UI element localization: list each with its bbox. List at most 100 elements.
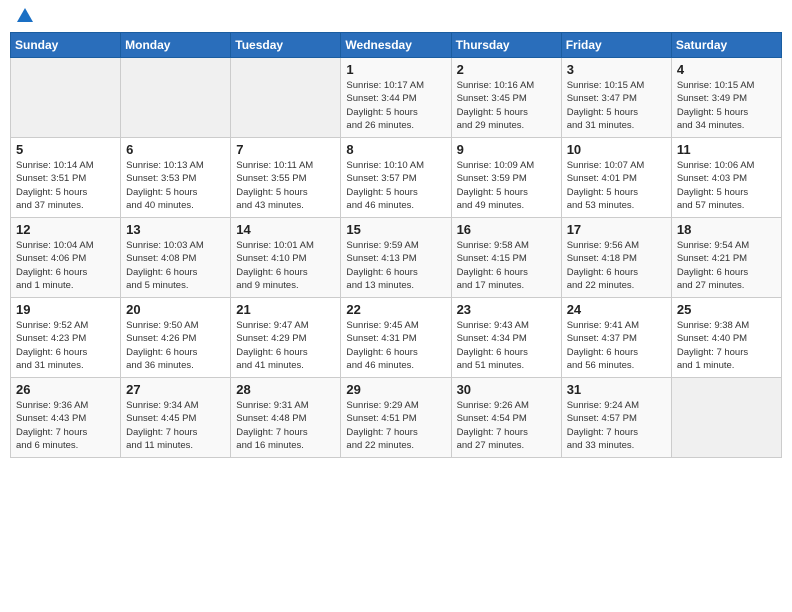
- calendar-cell: [121, 58, 231, 138]
- day-number: 13: [126, 222, 225, 237]
- calendar-week-row: 19 Sunrise: 9:52 AM Sunset: 4:23 PM Dayli…: [11, 298, 782, 378]
- day-info: Sunrise: 9:38 AM Sunset: 4:40 PM Dayligh…: [677, 319, 776, 372]
- calendar-table: SundayMondayTuesdayWednesdayThursdayFrid…: [10, 32, 782, 458]
- calendar-cell: 15 Sunrise: 9:59 AM Sunset: 4:13 PM Dayli…: [341, 218, 451, 298]
- day-info: Sunrise: 10:11 AM Sunset: 3:55 PM Daylig…: [236, 159, 335, 212]
- day-number: 22: [346, 302, 445, 317]
- calendar-cell: [231, 58, 341, 138]
- logo: [14, 10, 33, 24]
- calendar-cell: 2 Sunrise: 10:16 AM Sunset: 3:45 PM Dayli…: [451, 58, 561, 138]
- calendar-cell: 3Sunrise: 10:15 AM Sunset: 3:47 PM Dayli…: [561, 58, 671, 138]
- day-number: 11: [677, 142, 776, 157]
- day-number: 2: [457, 62, 556, 77]
- day-number: 15: [346, 222, 445, 237]
- calendar-header-row: SundayMondayTuesdayWednesdayThursdayFrid…: [11, 33, 782, 58]
- day-number: 29: [346, 382, 445, 397]
- day-number: 10: [567, 142, 666, 157]
- calendar-cell: 1 Sunrise: 10:17 AM Sunset: 3:44 PM Dayli…: [341, 58, 451, 138]
- calendar-cell: 31 Sunrise: 9:24 AM Sunset: 4:57 PM Dayli…: [561, 378, 671, 458]
- day-number: 5: [16, 142, 115, 157]
- calendar-cell: 12 Sunrise: 10:04 AM Sunset: 4:06 PM Dayl…: [11, 218, 121, 298]
- day-info: Sunrise: 10:04 AM Sunset: 4:06 PM Daylig…: [16, 239, 115, 292]
- day-number: 16: [457, 222, 556, 237]
- day-number: 1: [346, 62, 445, 77]
- calendar-cell: 19 Sunrise: 9:52 AM Sunset: 4:23 PM Dayli…: [11, 298, 121, 378]
- calendar-cell: 27 Sunrise: 9:34 AM Sunset: 4:45 PM Dayli…: [121, 378, 231, 458]
- day-info: Sunrise: 10:16 AM Sunset: 3:45 PM Daylig…: [457, 79, 556, 132]
- calendar-week-row: 12 Sunrise: 10:04 AM Sunset: 4:06 PM Dayl…: [11, 218, 782, 298]
- day-info: Sunrise: 10:09 AM Sunset: 3:59 PM Daylig…: [457, 159, 556, 212]
- day-info: Sunrise: 10:17 AM Sunset: 3:44 PM Daylig…: [346, 79, 445, 132]
- calendar-cell: 20 Sunrise: 9:50 AM Sunset: 4:26 PM Dayli…: [121, 298, 231, 378]
- calendar-cell: 8 Sunrise: 10:10 AM Sunset: 3:57 PM Dayli…: [341, 138, 451, 218]
- day-info: Sunrise: 9:56 AM Sunset: 4:18 PM Dayligh…: [567, 239, 666, 292]
- day-info: Sunrise: 10:07 AM Sunset: 4:01 PM Daylig…: [567, 159, 666, 212]
- day-info: Sunrise: 9:43 AM Sunset: 4:34 PM Dayligh…: [457, 319, 556, 372]
- calendar-cell: 29 Sunrise: 9:29 AM Sunset: 4:51 PM Dayli…: [341, 378, 451, 458]
- calendar-cell: 16 Sunrise: 9:58 AM Sunset: 4:15 PM Dayli…: [451, 218, 561, 298]
- calendar-header-monday: Monday: [121, 33, 231, 58]
- day-info: Sunrise: 9:59 AM Sunset: 4:13 PM Dayligh…: [346, 239, 445, 292]
- calendar-cell: 30Sunrise: 9:26 AM Sunset: 4:54 PM Dayli…: [451, 378, 561, 458]
- calendar-cell: [11, 58, 121, 138]
- calendar-header-sunday: Sunday: [11, 33, 121, 58]
- day-number: 7: [236, 142, 335, 157]
- calendar-header-wednesday: Wednesday: [341, 33, 451, 58]
- day-number: 30: [457, 382, 556, 397]
- day-number: 18: [677, 222, 776, 237]
- calendar-cell: 7 Sunrise: 10:11 AM Sunset: 3:55 PM Dayli…: [231, 138, 341, 218]
- calendar-cell: 24 Sunrise: 9:41 AM Sunset: 4:37 PM Dayli…: [561, 298, 671, 378]
- calendar-header-friday: Friday: [561, 33, 671, 58]
- calendar-cell: 17 Sunrise: 9:56 AM Sunset: 4:18 PM Dayli…: [561, 218, 671, 298]
- day-info: Sunrise: 9:54 AM Sunset: 4:21 PM Dayligh…: [677, 239, 776, 292]
- day-info: Sunrise: 9:31 AM Sunset: 4:48 PM Dayligh…: [236, 399, 335, 452]
- calendar-week-row: 5Sunrise: 10:14 AM Sunset: 3:51 PM Dayli…: [11, 138, 782, 218]
- calendar-week-row: 1 Sunrise: 10:17 AM Sunset: 3:44 PM Dayli…: [11, 58, 782, 138]
- day-info: Sunrise: 9:41 AM Sunset: 4:37 PM Dayligh…: [567, 319, 666, 372]
- day-info: Sunrise: 9:58 AM Sunset: 4:15 PM Dayligh…: [457, 239, 556, 292]
- day-number: 27: [126, 382, 225, 397]
- day-info: Sunrise: 9:45 AM Sunset: 4:31 PM Dayligh…: [346, 319, 445, 372]
- day-info: Sunrise: 9:24 AM Sunset: 4:57 PM Dayligh…: [567, 399, 666, 452]
- day-number: 17: [567, 222, 666, 237]
- calendar-cell: 28 Sunrise: 9:31 AM Sunset: 4:48 PM Dayli…: [231, 378, 341, 458]
- day-number: 4: [677, 62, 776, 77]
- day-info: Sunrise: 10:10 AM Sunset: 3:57 PM Daylig…: [346, 159, 445, 212]
- day-number: 8: [346, 142, 445, 157]
- calendar-header-thursday: Thursday: [451, 33, 561, 58]
- day-number: 9: [457, 142, 556, 157]
- calendar-cell: 10 Sunrise: 10:07 AM Sunset: 4:01 PM Dayl…: [561, 138, 671, 218]
- calendar-cell: 11 Sunrise: 10:06 AM Sunset: 4:03 PM Dayl…: [671, 138, 781, 218]
- day-info: Sunrise: 10:06 AM Sunset: 4:03 PM Daylig…: [677, 159, 776, 212]
- calendar-cell: 18 Sunrise: 9:54 AM Sunset: 4:21 PM Dayli…: [671, 218, 781, 298]
- day-number: 24: [567, 302, 666, 317]
- day-number: 25: [677, 302, 776, 317]
- day-info: Sunrise: 10:13 AM Sunset: 3:53 PM Daylig…: [126, 159, 225, 212]
- calendar-cell: 21Sunrise: 9:47 AM Sunset: 4:29 PM Dayli…: [231, 298, 341, 378]
- day-number: 14: [236, 222, 335, 237]
- calendar-cell: 9 Sunrise: 10:09 AM Sunset: 3:59 PM Dayli…: [451, 138, 561, 218]
- day-info: Sunrise: 9:34 AM Sunset: 4:45 PM Dayligh…: [126, 399, 225, 452]
- calendar-cell: 5Sunrise: 10:14 AM Sunset: 3:51 PM Dayli…: [11, 138, 121, 218]
- day-info: Sunrise: 10:03 AM Sunset: 4:08 PM Daylig…: [126, 239, 225, 292]
- calendar-cell: 14Sunrise: 10:01 AM Sunset: 4:10 PM Dayl…: [231, 218, 341, 298]
- calendar-header-tuesday: Tuesday: [231, 33, 341, 58]
- day-info: Sunrise: 10:15 AM Sunset: 3:49 PM Daylig…: [677, 79, 776, 132]
- day-number: 19: [16, 302, 115, 317]
- day-number: 26: [16, 382, 115, 397]
- day-number: 12: [16, 222, 115, 237]
- day-number: 31: [567, 382, 666, 397]
- calendar-cell: 22 Sunrise: 9:45 AM Sunset: 4:31 PM Dayli…: [341, 298, 451, 378]
- day-info: Sunrise: 9:50 AM Sunset: 4:26 PM Dayligh…: [126, 319, 225, 372]
- calendar-cell: 25 Sunrise: 9:38 AM Sunset: 4:40 PM Dayli…: [671, 298, 781, 378]
- calendar-cell: 26Sunrise: 9:36 AM Sunset: 4:43 PM Dayli…: [11, 378, 121, 458]
- day-number: 28: [236, 382, 335, 397]
- calendar-cell: [671, 378, 781, 458]
- day-number: 3: [567, 62, 666, 77]
- day-number: 6: [126, 142, 225, 157]
- day-number: 20: [126, 302, 225, 317]
- page-header: [10, 10, 782, 24]
- day-info: Sunrise: 9:52 AM Sunset: 4:23 PM Dayligh…: [16, 319, 115, 372]
- logo-triangle-icon: [17, 8, 33, 22]
- day-info: Sunrise: 9:29 AM Sunset: 4:51 PM Dayligh…: [346, 399, 445, 452]
